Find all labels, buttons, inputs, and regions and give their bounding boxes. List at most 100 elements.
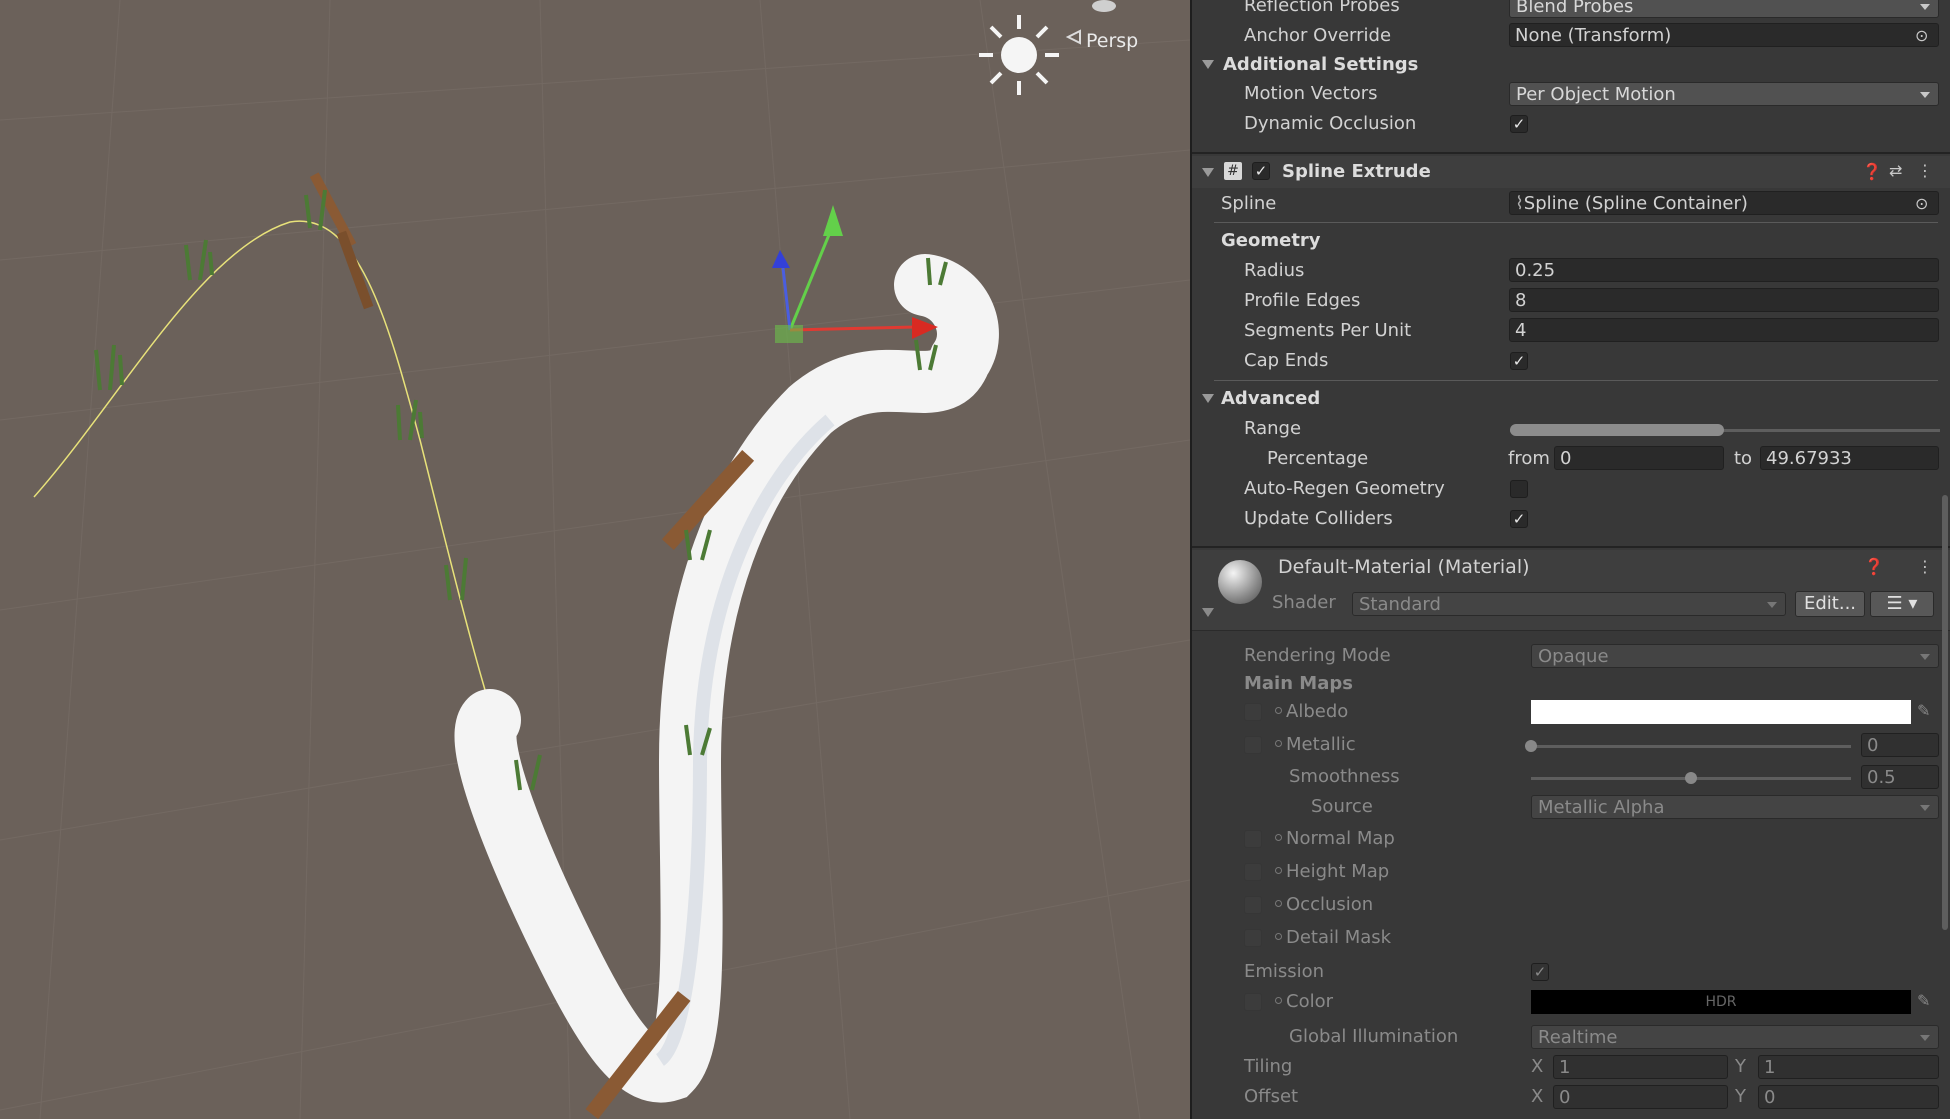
spline-curve[interactable] [33,220,489,701]
metallic-texture-slot[interactable] [1244,736,1262,754]
motion-vectors-label: Motion Vectors [1244,83,1378,104]
normal-map-texture-slot[interactable] [1244,830,1262,848]
metallic-slider-knob[interactable] [1525,740,1537,752]
reflection-probes-dropdown[interactable]: Blend Probes [1509,0,1939,18]
divider [1192,630,1950,631]
source-dropdown[interactable]: Metallic Alpha [1531,795,1939,819]
height-map-texture-slot[interactable] [1244,863,1262,881]
detail-mask-texture-slot[interactable] [1244,929,1262,947]
texture-picker-icon[interactable] [1275,740,1282,747]
preset-icon[interactable]: ⇄ [1889,161,1902,180]
reflection-probes-value: Blend Probes [1516,0,1634,17]
motion-vectors-dropdown[interactable]: Per Object Motion [1509,82,1939,106]
range-to-input[interactable]: 49.67933 [1760,446,1939,470]
profile-edges-input[interactable]: 8 [1509,288,1939,312]
foldout-arrow-icon[interactable] [1202,608,1214,617]
list-icon: ☰ ▾ [1886,593,1918,614]
radius-input[interactable]: 0.25 [1509,258,1939,282]
emission-texture-slot[interactable] [1244,993,1262,1011]
grass-tufts[interactable] [94,189,948,791]
occlusion-texture-slot[interactable] [1244,896,1262,914]
to-label: to [1734,448,1753,469]
texture-picker-icon[interactable] [1275,867,1282,874]
projection-mode-label[interactable]: Persp [1086,30,1138,52]
rendering-mode-dropdown[interactable]: Opaque [1531,644,1939,668]
percentage-label: Percentage [1267,448,1369,469]
offset-y-input[interactable]: 0 [1758,1085,1939,1109]
spline-extrude-header[interactable]: # ✓ Spline Extrude ❓ ⇄ ⋮ [1192,156,1950,188]
metallic-value: 0 [1867,735,1879,756]
chevron-down-icon [1920,4,1930,10]
tiling-x-input[interactable]: 1 [1553,1055,1728,1079]
segments-input[interactable]: 4 [1509,318,1939,342]
fence-top[interactable] [309,172,374,310]
scene-canvas[interactable] [0,0,1190,1119]
dynamic-occlusion-row: Dynamic Occlusion ✓ [1192,111,1932,139]
directional-light-icon[interactable] [979,15,1059,95]
albedo-color-swatch[interactable] [1531,700,1911,724]
material-header[interactable]: Default-Material (Material) ❓ ⋮ Shader S… [1192,550,1950,630]
foldout-arrow-icon[interactable] [1202,168,1214,177]
shader-label: Shader [1272,592,1336,613]
divider [1214,222,1938,223]
help-icon[interactable]: ❓ [1864,557,1884,576]
smoothness-slider-knob[interactable] [1685,772,1697,784]
emission-checkbox[interactable]: ✓ [1531,963,1549,981]
auto-regen-checkbox[interactable] [1510,480,1528,498]
range-from-value: 0 [1560,448,1572,469]
texture-picker-icon[interactable] [1275,707,1282,714]
kebab-menu-icon[interactable]: ⋮ [1917,161,1933,180]
advanced-header[interactable]: Advanced [1192,386,1932,414]
offset-x-input[interactable]: 0 [1553,1085,1728,1109]
gi-dropdown[interactable]: Realtime [1531,1025,1939,1049]
help-icon[interactable]: ❓ [1862,162,1882,181]
range-from-input[interactable]: 0 [1554,446,1724,470]
kebab-menu-icon[interactable]: ⋮ [1917,557,1933,576]
shader-options-button[interactable]: ☰ ▾ [1870,591,1934,617]
spline-extrude-enabled-checkbox[interactable]: ✓ [1252,162,1270,180]
spline-field[interactable]: ⌇Spline (Spline Container) [1509,191,1939,215]
tiling-y-input[interactable]: 1 [1758,1055,1939,1079]
smoothness-value: 0.5 [1867,767,1896,788]
range-slider-fill[interactable] [1510,424,1724,436]
foldout-arrow-icon[interactable] [1202,394,1214,403]
scene-view[interactable]: Persp [0,0,1190,1119]
update-colliders-checkbox[interactable]: ✓ [1510,510,1528,528]
gi-value: Realtime [1538,1027,1618,1048]
texture-picker-icon[interactable] [1275,900,1282,907]
object-picker-icon[interactable]: ⊙ [1915,194,1928,213]
object-picker-icon[interactable]: ⊙ [1915,26,1928,45]
component-separator [1192,152,1950,154]
motion-vectors-value: Per Object Motion [1516,84,1676,105]
texture-picker-icon[interactable] [1275,997,1282,1004]
cap-ends-checkbox[interactable]: ✓ [1510,352,1528,370]
smoothness-input[interactable]: 0.5 [1861,765,1939,789]
shader-dropdown[interactable]: Standard [1352,592,1786,616]
metallic-input[interactable]: 0 [1861,733,1939,757]
chevron-down-icon [1920,92,1930,98]
eyedropper-icon[interactable]: ✎ [1917,991,1930,1010]
texture-picker-icon[interactable] [1275,933,1282,940]
additional-settings-header[interactable]: Additional Settings [1192,52,1932,80]
albedo-texture-slot[interactable] [1244,703,1262,721]
eyedropper-icon[interactable]: ✎ [1917,701,1930,720]
range-to-value: 49.67933 [1766,448,1852,469]
detail-mask-label: Detail Mask [1286,927,1392,948]
metallic-slider-track[interactable] [1531,745,1851,748]
tiling-x-value: 1 [1559,1057,1571,1078]
segments-value: 4 [1515,320,1527,341]
anchor-override-value: None (Transform) [1515,25,1672,46]
dynamic-occlusion-label: Dynamic Occlusion [1244,113,1417,134]
texture-picker-icon[interactable] [1275,834,1282,841]
inspector-scrollbar[interactable] [1942,495,1948,930]
dynamic-occlusion-checkbox[interactable]: ✓ [1510,115,1528,133]
smoothness-label: Smoothness [1289,766,1400,787]
source-row: Source Metallic Alpha [1192,794,1939,822]
emission-row: Emission ✓ [1192,959,1932,987]
foldout-arrow-icon[interactable] [1202,60,1214,69]
emission-color-swatch[interactable]: HDR [1531,990,1911,1014]
edit-shader-button[interactable]: Edit... [1795,591,1865,617]
height-map-label: Height Map [1286,861,1390,882]
anchor-override-field[interactable]: None (Transform) [1509,23,1939,47]
scene-gizmo-knob[interactable] [1092,0,1116,12]
